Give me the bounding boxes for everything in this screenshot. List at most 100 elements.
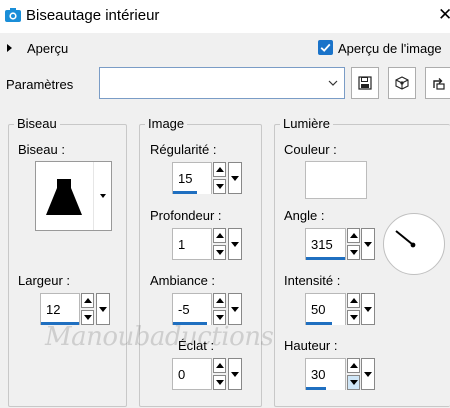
- expand-caret-icon[interactable]: [7, 44, 12, 52]
- intensity-spinner[interactable]: [347, 293, 360, 325]
- params-row: Paramètres: [0, 63, 450, 107]
- spin-down-icon[interactable]: [213, 375, 226, 390]
- shininess-dropdown[interactable]: [228, 358, 242, 390]
- light-group-title: Lumière: [280, 116, 333, 132]
- angle-input-underline: [306, 257, 345, 260]
- angle-spinner[interactable]: [347, 228, 360, 260]
- bevel-shape-preview: [46, 179, 82, 215]
- spin-up-icon[interactable]: [213, 162, 226, 177]
- dropdown-arrow-icon: [364, 371, 372, 377]
- elevation-dropdown[interactable]: [361, 358, 375, 390]
- smoothness-value: 15: [178, 171, 193, 186]
- spin-down-icon[interactable]: [213, 310, 226, 325]
- bevel-group-title: Biseau: [14, 116, 60, 132]
- dropdown-arrow-icon[interactable]: [100, 194, 106, 198]
- spin-up-icon[interactable]: [347, 228, 360, 243]
- bevel-picker[interactable]: [35, 161, 112, 231]
- camera-icon: [5, 8, 21, 22]
- dropdown-arrow-icon: [231, 241, 239, 247]
- ambience-label: Ambiance :: [150, 273, 216, 288]
- window-title: Biseautage intérieur: [26, 7, 160, 24]
- intensity-dropdown[interactable]: [361, 293, 375, 325]
- width-dropdown[interactable]: [96, 293, 110, 325]
- spin-down-icon[interactable]: [213, 179, 226, 194]
- width-spinner[interactable]: [81, 293, 94, 325]
- spin-up-icon[interactable]: [213, 228, 226, 243]
- width-input[interactable]: 12: [40, 293, 80, 325]
- intensity-value: 50: [311, 302, 326, 317]
- dropdown-arrow-icon: [364, 241, 372, 247]
- preview-toggle-label[interactable]: Aperçu: [27, 41, 68, 56]
- elevation-input[interactable]: 30: [305, 358, 346, 390]
- angle-label: Angle :: [284, 208, 325, 223]
- depth-label: Profondeur :: [150, 208, 222, 223]
- depth-dropdown[interactable]: [228, 228, 242, 260]
- depth-value: 1: [178, 237, 186, 252]
- spin-up-icon[interactable]: [213, 358, 226, 373]
- elevation-value: 30: [311, 367, 326, 382]
- spin-up-icon[interactable]: [213, 293, 226, 308]
- elevation-spinner[interactable]: [347, 358, 360, 390]
- shininess-input[interactable]: 0: [172, 358, 212, 390]
- angle-input[interactable]: 315: [305, 228, 346, 260]
- light-color-swatch[interactable]: [305, 161, 367, 199]
- intensity-label: Intensité :: [284, 273, 341, 288]
- angle-dial[interactable]: [383, 213, 445, 275]
- ambience-dropdown[interactable]: [228, 293, 242, 325]
- intensity-input-underline: [306, 322, 332, 325]
- elevation-label: Hauteur :: [284, 338, 338, 353]
- bevel-label: Biseau :: [18, 142, 65, 157]
- ambience-value: -5: [178, 302, 190, 317]
- bevel-picker-divider: [93, 162, 94, 230]
- angle-value: 315: [311, 237, 333, 252]
- elevation-input-underline: [306, 387, 326, 390]
- angle-dial-needle: [395, 230, 416, 248]
- preset-manager-icon: [395, 76, 409, 90]
- spin-up-icon[interactable]: [81, 293, 94, 308]
- intensity-input[interactable]: 50: [305, 293, 346, 325]
- spin-down-icon[interactable]: [347, 245, 360, 260]
- depth-input[interactable]: 1: [172, 228, 212, 260]
- image-preview-label[interactable]: Aperçu de l'image: [338, 41, 442, 56]
- dropdown-arrow-icon: [99, 306, 107, 312]
- dropdown-arrow-icon: [231, 175, 239, 181]
- close-icon[interactable]: ✕: [438, 6, 450, 23]
- angle-dropdown[interactable]: [361, 228, 375, 260]
- depth-spinner[interactable]: [213, 228, 226, 260]
- smoothness-dropdown[interactable]: [228, 162, 242, 194]
- reset-button[interactable]: [425, 67, 450, 99]
- smoothness-input[interactable]: 15: [172, 162, 212, 194]
- color-label: Couleur :: [284, 142, 337, 157]
- spin-down-icon[interactable]: [347, 310, 360, 325]
- title-bar: Biseautage intérieur ✕: [0, 0, 450, 33]
- spin-down-icon[interactable]: [347, 375, 360, 390]
- save-preset-button[interactable]: [351, 67, 379, 99]
- spin-down-icon[interactable]: [213, 245, 226, 260]
- ambience-spinner[interactable]: [213, 293, 226, 325]
- checkmark-icon: [320, 43, 331, 52]
- dropdown-arrow-icon: [364, 306, 372, 312]
- shininess-value: 0: [178, 367, 186, 382]
- preset-manager-button[interactable]: [388, 67, 416, 99]
- width-input-underline: [41, 322, 79, 325]
- dropdown-arrow-icon: [231, 371, 239, 377]
- spin-down-icon[interactable]: [81, 310, 94, 325]
- params-label: Paramètres: [6, 77, 74, 92]
- width-value: 12: [46, 302, 61, 317]
- save-icon: [358, 76, 372, 90]
- preset-select[interactable]: [99, 67, 345, 99]
- shininess-label: Éclat :: [178, 338, 215, 353]
- spin-up-icon[interactable]: [347, 293, 360, 308]
- ambience-input-underline: [173, 322, 207, 325]
- ambience-input[interactable]: -5: [172, 293, 212, 325]
- shininess-spinner[interactable]: [213, 358, 226, 390]
- smoothness-label: Régularité :: [150, 142, 217, 157]
- reset-icon: [433, 78, 445, 90]
- smoothness-spinner[interactable]: [213, 162, 226, 194]
- image-group-title: Image: [145, 116, 188, 132]
- dropdown-arrow-icon: [231, 306, 239, 312]
- smoothness-input-underline: [173, 191, 197, 194]
- image-preview-checkbox[interactable]: [318, 40, 333, 55]
- spin-up-icon[interactable]: [347, 358, 360, 373]
- chevron-down-icon: [328, 80, 338, 86]
